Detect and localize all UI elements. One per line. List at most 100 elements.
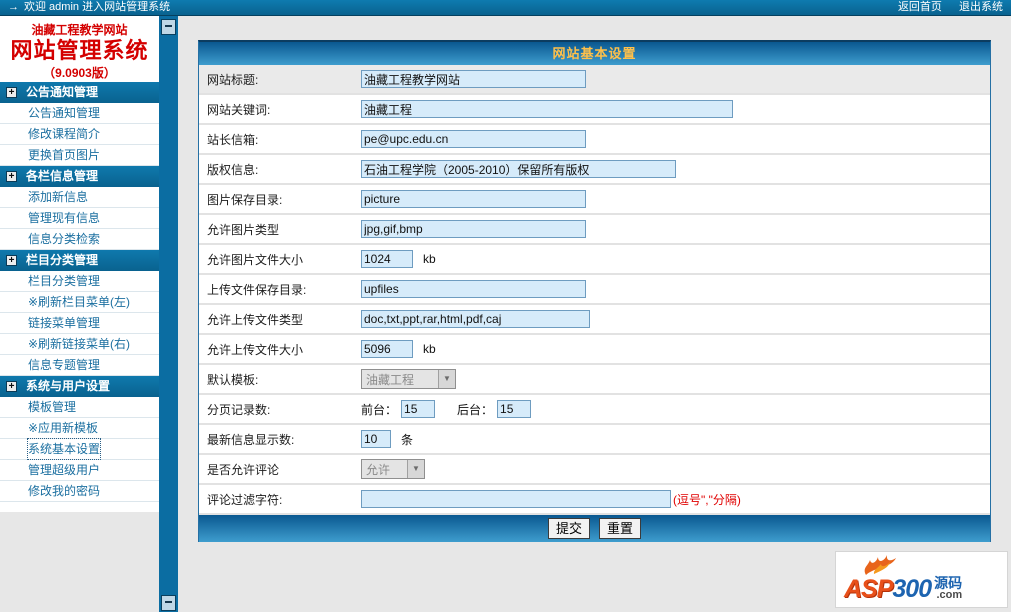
field-label: 允许图片文件大小: [207, 252, 304, 267]
collapse-icon: [165, 601, 172, 603]
collapse-sidebar-button-bottom[interactable]: [161, 595, 176, 611]
form-row: 图片保存目录:: [199, 185, 990, 215]
reset-button[interactable]: 重置: [599, 518, 642, 539]
home-link[interactable]: 返回首页: [898, 1, 942, 13]
field-label: 默认模板:: [207, 372, 259, 387]
front-page-size-input[interactable]: [401, 400, 436, 418]
sidebar-item-notice-manage[interactable]: 公告通知管理: [0, 103, 159, 124]
plus-icon[interactable]: +: [6, 381, 17, 392]
field-label: 网站关键词:: [207, 102, 271, 117]
settings-panel: 网站基本设置 网站标题: 网站关键词: 站长信箱: 版权信息: 图片保存目录: …: [198, 40, 991, 542]
top-bar: → 欢迎 admin 进入网站管理系统 返回首页 退出系统: [0, 0, 1011, 16]
collapse-sidebar-button[interactable]: [161, 19, 176, 35]
sidebar-item-edit-course-intro[interactable]: 修改课程简介: [0, 124, 159, 145]
sidebar-item-refresh-right-menu[interactable]: ※刷新链接菜单(右): [0, 334, 159, 355]
front-page-label: 前台：: [361, 402, 398, 417]
field-label: 最新信息显示数:: [207, 432, 295, 447]
copyright-input[interactable]: [361, 160, 676, 178]
logout-link[interactable]: 退出系统: [959, 1, 1003, 13]
sidebar-item-link-menu-manage[interactable]: 链接菜单管理: [0, 313, 159, 334]
default-template-select[interactable]: 油藏工程 ▼: [361, 369, 456, 389]
upload-dir-input[interactable]: [361, 280, 586, 298]
site-name: 油藏工程教学网站: [31, 23, 128, 37]
section-header-info[interactable]: + 各栏信息管理: [0, 166, 159, 187]
flame-icon: [864, 555, 896, 575]
upload-types-input[interactable]: [361, 310, 590, 328]
image-dir-input[interactable]: [361, 190, 586, 208]
field-label: 版权信息:: [207, 162, 259, 177]
logo-com-text: .com: [936, 589, 963, 601]
collapse-icon: [165, 25, 172, 27]
sidebar-item-basic-settings[interactable]: 系统基本设置: [0, 438, 159, 460]
form-footer: 提交 重置: [199, 515, 990, 542]
logo-asp-text: ASP: [844, 575, 893, 603]
field-label: 是否允许评论: [207, 462, 280, 477]
sidebar-item-topic-manage[interactable]: 信息专题管理: [0, 355, 159, 376]
logo-cn-text: 源码: [934, 575, 963, 591]
sidebar-logo: 油藏工程教学网站 网站管理系统 （9.0903版）: [0, 16, 159, 82]
sidebar-item-change-home-image[interactable]: 更换首页图片: [0, 145, 159, 166]
keywords-input[interactable]: [361, 100, 733, 118]
plus-icon[interactable]: +: [6, 87, 17, 98]
frame-splitter[interactable]: [159, 16, 178, 612]
back-page-size-input[interactable]: [497, 400, 532, 418]
asp300-logo[interactable]: ASP 300 源码 .com: [835, 551, 1008, 608]
upload-size-input[interactable]: [361, 340, 413, 358]
form-row: 允许图片文件大小 kb: [199, 245, 990, 275]
form-row: 默认模板: 油藏工程 ▼: [199, 365, 990, 395]
form-row: 是否允许评论 允许 ▼: [199, 455, 990, 485]
sidebar-item-category-manage[interactable]: 栏目分类管理: [0, 271, 159, 292]
field-label: 允许上传文件大小: [207, 342, 304, 357]
back-page-label: 后台：: [457, 402, 494, 417]
arrow-icon: →: [8, 1, 19, 13]
field-label: 网站标题:: [207, 72, 259, 87]
filter-hint: (逗号","分隔): [673, 492, 741, 507]
latest-count-input[interactable]: [361, 430, 391, 448]
field-label: 图片保存目录:: [207, 192, 283, 207]
form-row: 版权信息:: [199, 155, 990, 185]
section-header-system[interactable]: + 系统与用户设置: [0, 376, 159, 397]
allow-comments-select[interactable]: 允许 ▼: [361, 459, 425, 479]
sidebar: 油藏工程教学网站 网站管理系统 （9.0903版） + 公告通知管理 公告通知管…: [0, 16, 159, 512]
webmaster-email-input[interactable]: [361, 130, 586, 148]
form-row: 站长信箱:: [199, 125, 990, 155]
form-row: 分页记录数: 前台： 后台：: [199, 395, 990, 425]
system-name: 网站管理系统: [10, 38, 149, 63]
sidebar-item-manage-info[interactable]: 管理现有信息: [0, 208, 159, 229]
plus-icon[interactable]: +: [6, 171, 17, 182]
field-label: 分页记录数:: [207, 402, 271, 417]
form-row: 网站标题:: [199, 65, 990, 95]
sidebar-item-super-user[interactable]: 管理超级用户: [0, 460, 159, 481]
chevron-down-icon: ▼: [407, 460, 424, 478]
sidebar-item-refresh-left-menu[interactable]: ※刷新栏目菜单(左): [0, 292, 159, 313]
unit-label: kb: [423, 252, 436, 266]
sidebar-item-template-manage[interactable]: 模板管理: [0, 397, 159, 418]
unit-label: 条: [401, 432, 414, 447]
submit-button[interactable]: 提交: [547, 518, 590, 539]
image-types-input[interactable]: [361, 220, 586, 238]
sidebar-item-info-search[interactable]: 信息分类检索: [0, 229, 159, 250]
field-label: 允许上传文件类型: [207, 312, 304, 327]
form-row: 网站关键词:: [199, 95, 990, 125]
unit-label: kb: [423, 342, 436, 356]
sidebar-item-add-info[interactable]: 添加新信息: [0, 187, 159, 208]
field-label: 评论过滤字符:: [207, 492, 283, 507]
chevron-down-icon: ▼: [438, 370, 455, 388]
comment-filter-input[interactable]: [361, 490, 671, 508]
form-row: 评论过滤字符: (逗号","分隔): [199, 485, 990, 515]
welcome-text: 欢迎 admin 进入网站管理系统: [24, 1, 171, 13]
form-row: 最新信息显示数: 条: [199, 425, 990, 455]
section-header-category[interactable]: + 栏目分类管理: [0, 250, 159, 271]
form-row: 上传文件保存目录:: [199, 275, 990, 305]
sidebar-item-apply-template[interactable]: ※应用新模板: [0, 418, 159, 439]
section-header-notice[interactable]: + 公告通知管理: [0, 82, 159, 103]
image-size-input[interactable]: [361, 250, 413, 268]
logo-300-text: 300: [892, 575, 932, 603]
plus-icon[interactable]: +: [6, 255, 17, 266]
form-row: 允许上传文件大小 kb: [199, 335, 990, 365]
sidebar-item-change-password[interactable]: 修改我的密码: [0, 481, 159, 502]
site-title-input[interactable]: [361, 70, 586, 88]
field-label: 站长信箱:: [207, 132, 259, 147]
field-label: 允许图片类型: [207, 222, 280, 237]
version-label: （9.0903版）: [43, 66, 116, 80]
